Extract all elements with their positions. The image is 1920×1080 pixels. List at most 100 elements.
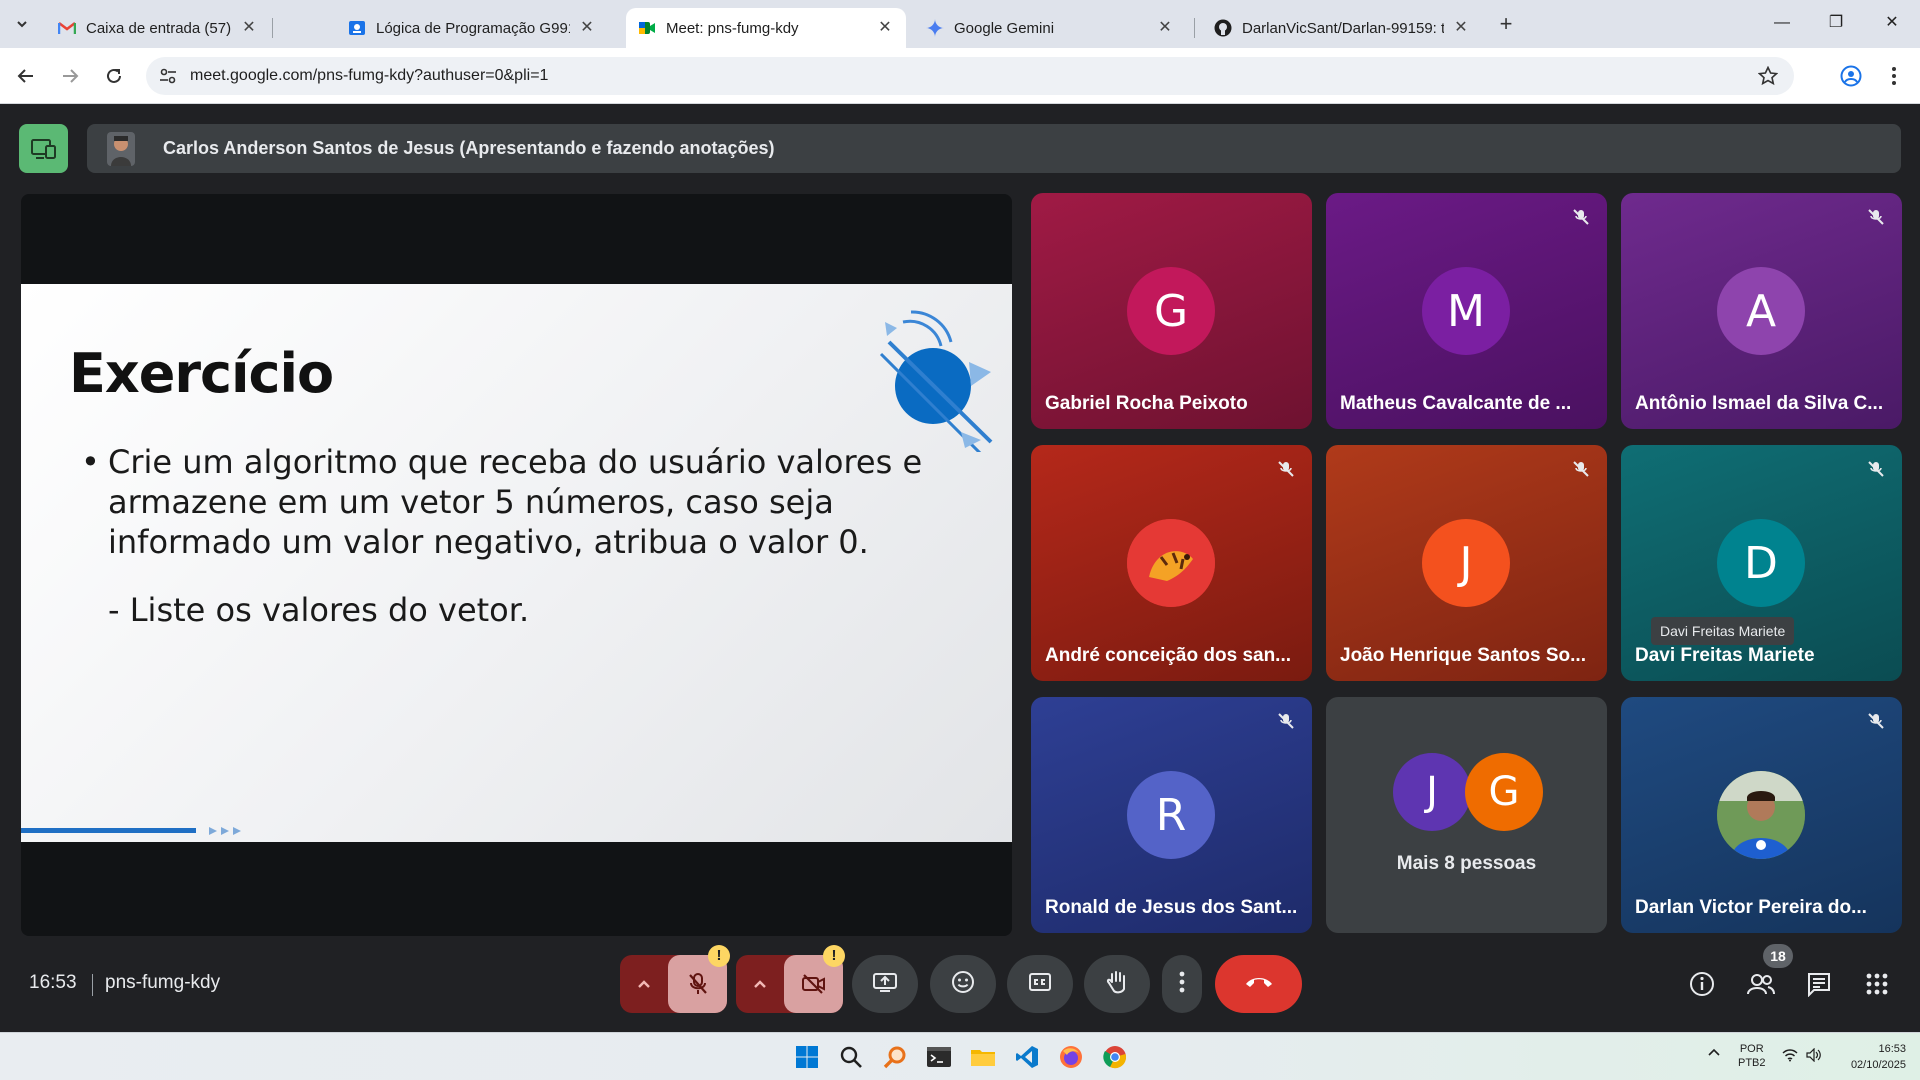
tab-title: DarlanVicSant/Darlan-99159: ti (1242, 19, 1444, 37)
slide-title: Exercício (69, 342, 334, 405)
window-close-icon[interactable]: ✕ (1872, 8, 1912, 38)
participant-tile[interactable]: R Ronald de Jesus dos Sant... (1031, 697, 1312, 933)
mic-off-icon (1567, 455, 1595, 483)
clock-time: 16:53 (1878, 1043, 1906, 1055)
search-icon[interactable] (836, 1042, 866, 1072)
back-icon[interactable] (12, 62, 40, 90)
tab-gmail[interactable]: Caixa de entrada (57) - darlan.v ✕ (46, 8, 270, 48)
keyboard-language[interactable]: POR PTB2 (1738, 1042, 1766, 1070)
emoji-icon (951, 970, 975, 999)
volume-icon[interactable] (1806, 1047, 1822, 1066)
participant-tile[interactable]: J João Henrique Santos So... (1326, 445, 1607, 681)
file-explorer-icon[interactable] (968, 1042, 998, 1072)
terminal-icon[interactable] (924, 1042, 954, 1072)
presenter-label: Carlos Anderson Santos de Jesus (Apresen… (163, 138, 775, 158)
tab-gemini[interactable]: Google Gemini ✕ (914, 8, 1186, 48)
photo-avatar (1717, 771, 1805, 859)
restore-icon[interactable]: ❐ (1816, 8, 1856, 38)
activities-icon[interactable] (1861, 968, 1893, 1000)
chat-icon[interactable] (1803, 968, 1835, 1000)
url-text[interactable]: meet.google.com/pns-fumg-kdy?authuser=0&… (190, 67, 548, 85)
chrome-icon[interactable] (1100, 1042, 1130, 1072)
new-tab-button[interactable]: + (1494, 12, 1518, 36)
site-info-icon[interactable] (150, 57, 186, 95)
participant-tile[interactable]: André conceição dos san... (1031, 445, 1312, 681)
captions-button[interactable] (1007, 955, 1073, 1013)
bullet-dot-icon: • (81, 443, 100, 481)
participant-name: André conceição dos san... (1045, 645, 1292, 666)
tab-close-icon[interactable]: ✕ (1452, 19, 1470, 37)
mic-off-icon (1862, 455, 1890, 483)
participant-name: João Henrique Santos So... (1340, 645, 1586, 666)
participant-name: Darlan Victor Pereira do... (1635, 897, 1867, 918)
meeting-details-icon[interactable] (1686, 968, 1718, 1000)
tab-title: Meet: pns-fumg-kdy (666, 19, 799, 37)
forward-icon[interactable] (56, 62, 84, 90)
reactions-button[interactable] (930, 955, 996, 1013)
tab-search-icon[interactable] (8, 10, 36, 38)
mic-off-icon (1862, 203, 1890, 231)
tab-title: Caixa de entrada (57) - darlan.v (86, 19, 232, 37)
participant-tile[interactable]: D Davi Freitas Mariete Davi Freitas Mari… (1621, 445, 1902, 681)
meeting-code: pns-fumg-kdy (105, 972, 221, 993)
participant-tile[interactable]: G Gabriel Rocha Peixoto (1031, 193, 1312, 429)
participant-count-badge: 18 (1763, 944, 1793, 968)
tab-classroom[interactable]: Lógica de Programação G99159 ✕ (336, 8, 608, 48)
tab-close-icon[interactable]: ✕ (1156, 19, 1174, 37)
windows-start-icon[interactable] (792, 1042, 822, 1072)
hand-icon (1106, 969, 1128, 1000)
magnifier-app-icon[interactable] (880, 1042, 910, 1072)
shared-slide: Exercício • Crie um algoritmo que receba… (21, 284, 1012, 842)
browser-toolbar: meet.google.com/pns-fumg-kdy?authuser=0&… (0, 48, 1920, 104)
mic-off-icon (1862, 707, 1890, 735)
tab-close-icon[interactable]: ✕ (240, 19, 258, 37)
bookmark-star-icon[interactable] (1757, 65, 1779, 86)
mic-off-icon (1567, 203, 1595, 231)
meet-icon (638, 19, 656, 37)
participant-tile[interactable]: A Antônio Ismael da Silva C... (1621, 193, 1902, 429)
profile-icon[interactable] (1837, 62, 1865, 90)
mic-off-icon (1272, 707, 1300, 735)
presentation-layout-button[interactable] (19, 124, 68, 173)
more-participants-tile[interactable]: J G Mais 8 pessoas (1326, 697, 1607, 933)
tab-meet[interactable]: Meet: pns-fumg-kdy ✕ (626, 8, 906, 48)
tab-close-icon[interactable]: ✕ (578, 19, 596, 37)
address-bar[interactable]: meet.google.com/pns-fumg-kdy?authuser=0&… (146, 57, 1794, 95)
present-screen-button[interactable] (852, 955, 918, 1013)
language-code: POR (1739, 1043, 1764, 1055)
tab-close-icon[interactable]: ✕ (876, 19, 894, 37)
chrome-menu-icon[interactable] (1880, 62, 1908, 90)
gemini-icon (926, 19, 944, 37)
classroom-icon (348, 19, 366, 37)
leave-call-button[interactable] (1215, 955, 1302, 1013)
mic-off-icon (1272, 455, 1300, 483)
reload-icon[interactable] (100, 62, 128, 90)
minimize-icon[interactable]: — (1762, 8, 1802, 38)
participant-tile[interactable]: M Matheus Cavalcante de ... (1326, 193, 1607, 429)
people-icon[interactable] (1745, 968, 1777, 1000)
firefox-icon[interactable] (1056, 1042, 1086, 1072)
vscode-icon[interactable] (1012, 1042, 1042, 1072)
gmail-icon (58, 19, 76, 37)
system-clock[interactable]: 16:53 02/10/2025 (1851, 1041, 1906, 1073)
windows-taskbar: POR PTB2 16:53 02/10/2025 (0, 1032, 1920, 1080)
wifi-icon[interactable] (1782, 1048, 1798, 1066)
tab-github[interactable]: DarlanVicSant/Darlan-99159: ti ✕ (1202, 8, 1482, 48)
chevron-up-icon[interactable] (748, 972, 772, 996)
chevron-up-icon[interactable] (632, 972, 656, 996)
keyboard-layout: PTB2 (1738, 1057, 1766, 1069)
divider (92, 974, 93, 996)
mic-warning-icon: ! (708, 945, 730, 967)
presentation-stage: Exercício • Crie um algoritmo que receba… (21, 194, 1012, 936)
browser-tabstrip: Caixa de entrada (57) - darlan.v ✕ Lógic… (0, 0, 1920, 48)
raise-hand-button[interactable] (1084, 955, 1150, 1013)
avatar: J (1393, 753, 1471, 831)
slide-subtext: - Liste os valores do vetor. (108, 591, 530, 629)
tray-overflow-icon[interactable] (1708, 1047, 1720, 1061)
participant-tile[interactable]: Darlan Victor Pereira do... (1621, 697, 1902, 933)
presenter-banner: Carlos Anderson Santos de Jesus (Apresen… (87, 124, 1901, 173)
tab-divider (272, 18, 273, 38)
meeting-clock: 16:53 (29, 972, 77, 993)
participant-name: Antônio Ismael da Silva C... (1635, 393, 1884, 414)
more-options-button[interactable] (1162, 955, 1202, 1013)
